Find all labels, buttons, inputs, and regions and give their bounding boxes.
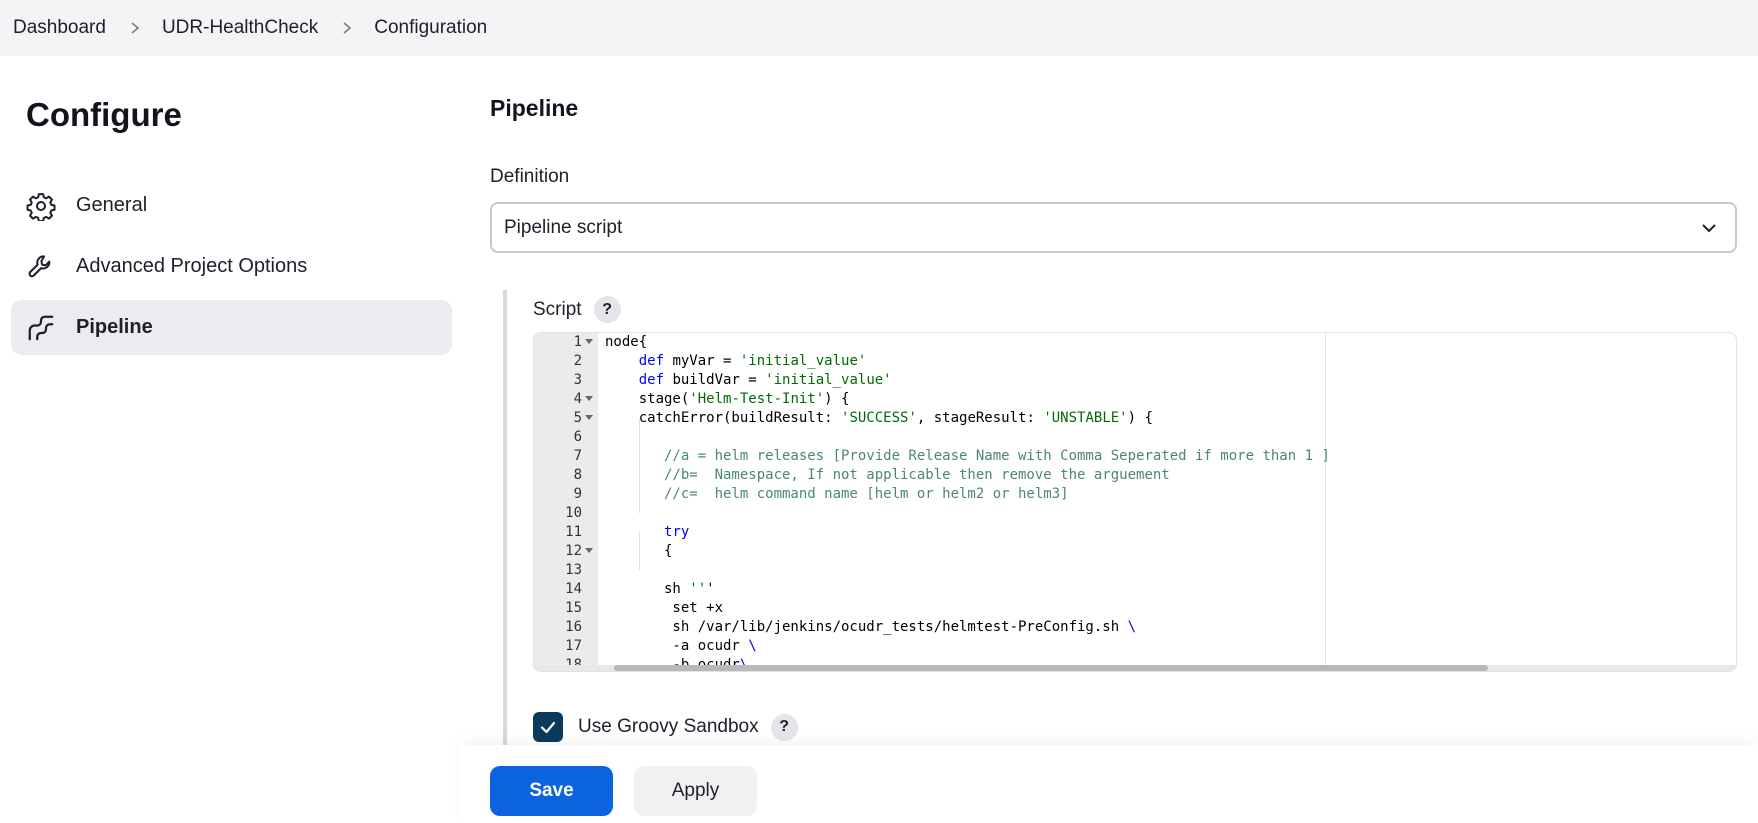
line-number: 1 (573, 334, 582, 350)
code-line[interactable]: 6 (534, 428, 1736, 447)
line-number: 9 (573, 486, 582, 502)
line-number: 15 (565, 600, 582, 616)
script-label: Script ? (533, 296, 621, 323)
code-line[interactable]: 14 sh ''' (534, 580, 1736, 599)
script-label-text: Script (533, 298, 582, 320)
apply-button[interactable]: Apply (634, 766, 757, 816)
code-text: //c= helm command name [helm or helm2 or… (605, 486, 1069, 502)
sidebar-item-label: Advanced Project Options (76, 255, 308, 277)
fold-arrow-icon[interactable] (585, 339, 593, 344)
code-line[interactable]: 13 (534, 561, 1736, 580)
line-number: 12 (565, 543, 582, 559)
code-text: def myVar = 'initial_value' (638, 353, 867, 369)
fold-arrow-icon[interactable] (585, 548, 593, 553)
code-line[interactable]: 12 { (534, 542, 1736, 561)
line-number: 17 (565, 638, 582, 654)
groovy-sandbox-checkbox[interactable] (533, 712, 563, 742)
code-line[interactable]: 2 def myVar = 'initial_value' (534, 352, 1736, 371)
line-number: 13 (565, 562, 582, 578)
code-text: set +x (605, 600, 724, 616)
line-number: 6 (573, 429, 582, 445)
code-line[interactable]: 10 (534, 504, 1736, 523)
code-line[interactable]: 11 try (534, 523, 1736, 542)
script-help-button[interactable]: ? (593, 296, 621, 323)
breadcrumb-dashboard[interactable]: Dashboard (13, 17, 106, 39)
code-line[interactable]: 3 def buildVar = 'initial_value' (534, 371, 1736, 390)
code-line[interactable]: 1 node{ (534, 333, 1736, 352)
line-number: 4 (573, 391, 582, 407)
code-text: stage('Helm-Test-Init') { (605, 391, 850, 407)
groovy-sandbox-option: Use Groovy Sandbox ? (533, 712, 798, 742)
chevron-right-icon (340, 21, 354, 35)
line-number: 16 (565, 619, 582, 635)
sandbox-label: Use Groovy Sandbox (578, 716, 759, 737)
code-line[interactable]: 8 //b= Namespace, If not applicable then… (534, 466, 1736, 485)
breadcrumb: Dashboard UDR-HealthCheck Configuration (0, 0, 1758, 56)
chevron-right-icon (128, 21, 142, 35)
line-number: 2 (573, 353, 582, 369)
breadcrumb-configuration[interactable]: Configuration (374, 17, 487, 39)
sidebar-item-label: Pipeline (76, 316, 153, 338)
chevron-down-icon (1702, 224, 1716, 233)
code-text: sh /var/lib/jenkins/ocudr_tests/helmtest… (605, 619, 1137, 635)
code-line[interactable]: 15 set +x (534, 599, 1736, 618)
editor-scroll-thumb[interactable] (614, 665, 1488, 671)
wrench-icon (26, 252, 56, 282)
line-number: 8 (573, 467, 582, 483)
checkmark-icon (540, 721, 556, 734)
code-line[interactable]: 4 stage('Helm-Test-Init') { (534, 390, 1736, 409)
code-text: sh ''' (605, 581, 715, 597)
breadcrumb-job[interactable]: UDR-HealthCheck (162, 17, 318, 39)
definition-select[interactable]: Pipeline script (490, 202, 1737, 253)
sidebar-item-advanced-project-options[interactable]: Advanced Project Options (11, 239, 452, 294)
fold-arrow-icon[interactable] (585, 396, 593, 401)
fold-arrow-icon[interactable] (585, 415, 593, 420)
line-number: 3 (573, 372, 582, 388)
code-line[interactable]: 7 //a = helm releases [Provide Release N… (534, 447, 1736, 466)
code-text: -a ocudr \ (605, 638, 757, 654)
code-text: catchError(buildResult: 'SUCCESS', stage… (605, 410, 1153, 426)
pipeline-icon (26, 313, 56, 343)
definition-selected-value: Pipeline script (504, 216, 623, 238)
line-number: 7 (573, 448, 582, 464)
line-number: 10 (565, 505, 582, 521)
line-number: 5 (573, 410, 582, 426)
sidebar-item-general[interactable]: General (11, 178, 452, 233)
code-text: def buildVar = 'initial_value' (638, 372, 892, 388)
sidebar-item-pipeline[interactable]: Pipeline (11, 300, 452, 355)
code-text: //b= Namespace, If not applicable then r… (605, 467, 1170, 483)
code-line[interactable]: 9 //c= helm command name [helm or helm2 … (534, 485, 1736, 504)
code-line[interactable]: 5 catchError(buildResult: 'SUCCESS', sta… (534, 409, 1736, 428)
code-text: //a = helm releases [Provide Release Nam… (605, 448, 1330, 464)
code-text: node{ (605, 334, 648, 350)
line-number: 11 (565, 524, 582, 540)
code-line[interactable]: 16 sh /var/lib/jenkins/ocudr_tests/helmt… (534, 618, 1736, 637)
sandbox-help-button[interactable]: ? (770, 713, 798, 741)
definition-label: Definition (490, 166, 570, 187)
script-editor[interactable]: 1 node{2 def myVar = 'initial_value' 3 def… (533, 332, 1737, 672)
save-button[interactable]: Save (490, 766, 613, 816)
code-text: try (664, 524, 690, 540)
section-title: Pipeline (490, 95, 579, 121)
section-nesting-bar (503, 290, 507, 745)
line-number: 14 (565, 581, 582, 597)
sidebar-item-label: General (76, 194, 148, 216)
code-text: { (605, 543, 673, 559)
gear-icon (26, 191, 56, 221)
code-line[interactable]: 17 -a ocudr \ (534, 637, 1736, 656)
page-title: Configure (26, 96, 182, 133)
